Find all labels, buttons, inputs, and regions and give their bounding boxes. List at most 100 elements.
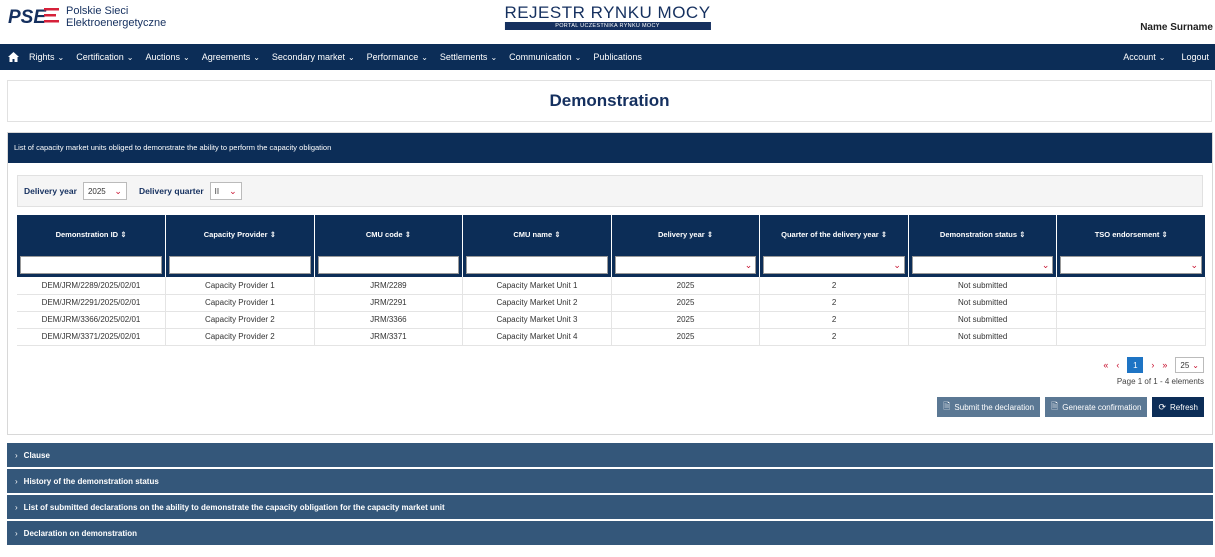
sort-icon: ⇕ (880, 229, 888, 239)
chevron-down-icon: ⌄ (744, 259, 753, 270)
filter-cmu-code-input[interactable] (317, 256, 460, 274)
chevron-down-icon: ⌄ (114, 185, 122, 196)
nav-agreements[interactable]: Agreements ⌄ (202, 52, 260, 62)
col-demonstration-status[interactable]: Demonstration status ⇕ (908, 215, 1058, 253)
page-number-current[interactable]: 1 (1127, 357, 1144, 373)
chevron-down-icon: ⌄ (126, 53, 134, 62)
filter-delivery-year-select[interactable]: ⌄ (614, 256, 757, 274)
section-submitted-declarations[interactable]: › List of submitted declarations on the a… (7, 493, 1213, 519)
delivery-year-label: Delivery year (24, 186, 77, 196)
chevron-right-icon: › (15, 502, 18, 512)
chevron-down-icon: ⌄ (1158, 53, 1166, 62)
page: PSE Polskie Sieci Elektroenergetyczne RE… (0, 0, 1215, 557)
chevron-down-icon: ⌄ (1041, 259, 1050, 270)
nav-performance[interactable]: Performance ⌄ (367, 52, 428, 62)
col-cmu-name[interactable]: CMU name ⇕ (462, 215, 612, 253)
section-history[interactable]: › History of the demonstration status (7, 467, 1213, 493)
col-cmu-code[interactable]: CMU code ⇕ (314, 215, 464, 253)
chevron-down-icon: ⌄ (253, 53, 260, 62)
page-title: Demonstration (549, 91, 670, 110)
nav-certification[interactable]: Certification ⌄ (76, 52, 133, 62)
brand-title: REJESTR RYNKU MOCY (504, 3, 711, 22)
chevron-down-icon: ⌄ (574, 53, 582, 62)
nav-auctions[interactable]: Auctions ⌄ (145, 52, 189, 62)
section-declaration[interactable]: › Declaration on demonstration (7, 519, 1213, 545)
chevron-down-icon: ⌄ (1190, 259, 1198, 270)
table-row[interactable]: DEM/JRM/3366/2025/02/01 Capacity Provider… (17, 311, 1206, 329)
logo-line-2: Elektroenergetyczne (66, 17, 167, 29)
document-icon: 🗎 (1051, 401, 1059, 411)
filter-status-select[interactable]: ⌄ (911, 256, 1054, 274)
logo-mark-text: PSE (8, 7, 47, 27)
pse-logo[interactable]: PSE Polskie Sieci Elektroenergetyczne (8, 5, 166, 29)
filter-quarter-select[interactable]: ⌄ (763, 256, 905, 274)
nav-account[interactable]: Account ⌄ (1123, 52, 1165, 62)
sort-icon: ⇕ (1019, 229, 1026, 239)
filters-bar: Delivery year 2025 ⌄ Delivery quarter II ⌄ (17, 175, 1203, 207)
sort-icon: ⇕ (120, 229, 127, 239)
chevron-down-icon: ⌄ (182, 53, 190, 62)
sort-icon: ⇕ (269, 229, 276, 239)
pagination: « ‹ 1 › » 25 ⌄ (1095, 357, 1204, 373)
last-page-icon[interactable]: » (1162, 360, 1167, 370)
chevron-down-icon: ⌄ (1192, 360, 1199, 370)
first-page-icon[interactable]: « (1103, 360, 1108, 370)
main-nav: Rights ⌄ Certification ⌄ Auctions ⌄ Agreeme… (0, 44, 1215, 70)
delivery-quarter-select[interactable]: II ⌄ (209, 182, 242, 200)
generate-confirmation-button[interactable]: 🗎 Generate confirmation (1045, 397, 1148, 417)
chevron-right-icon: › (15, 450, 18, 460)
table-row[interactable]: DEM/JRM/2289/2025/02/01 Capacity Provider… (17, 277, 1206, 295)
page-title-box: Demonstration (7, 80, 1212, 122)
page-info: Page 1 of 1 - 4 elements (1116, 377, 1204, 386)
demonstration-panel: List of capacity market units obliged to… (7, 132, 1213, 435)
nav-settlements[interactable]: Settlements ⌄ (440, 52, 497, 62)
table-row[interactable]: DEM/JRM/2291/2025/02/01 Capacity Provider… (17, 294, 1206, 312)
home-icon[interactable] (8, 52, 19, 62)
nav-publications[interactable]: Publications (593, 52, 642, 62)
section-clause[interactable]: › Clause (7, 441, 1213, 467)
top-header: PSE Polskie Sieci Elektroenergetyczne RE… (0, 0, 1215, 44)
chevron-down-icon: ⌄ (893, 259, 901, 270)
chevron-down-icon: ⌄ (421, 53, 428, 62)
col-tso-endorsement[interactable]: TSO endorsement ⇕ (1056, 215, 1206, 253)
submit-declaration-button[interactable]: 🗎 Submit the declaration (937, 397, 1041, 417)
list-heading: List of capacity market units obliged to… (8, 133, 1212, 163)
delivery-year-select[interactable]: 2025 ⌄ (82, 182, 127, 200)
col-capacity-provider[interactable]: Capacity Provider ⇕ (165, 215, 315, 253)
chevron-down-icon: ⌄ (229, 185, 237, 196)
refresh-button[interactable]: ⟳ Refresh (1152, 397, 1204, 417)
nav-rights[interactable]: Rights ⌄ (29, 52, 64, 62)
col-delivery-year[interactable]: Delivery year ⇕ (611, 215, 761, 253)
nav-secondary-market[interactable]: Secondary market ⌄ (272, 52, 355, 62)
nav-logout[interactable]: Logout (1181, 52, 1209, 62)
action-buttons: 🗎 Submit the declaration 🗎 Generate confir… (932, 397, 1204, 417)
col-quarter[interactable]: Quarter of the delivery year ⇕ (759, 215, 909, 253)
filter-cmu-name-input[interactable] (466, 256, 608, 274)
demonstration-table: Demonstration ID ⇕ Capacity Provider ⇕ C… (17, 215, 1206, 346)
logo-mark-icon: PSE (8, 5, 60, 28)
filter-tso-select[interactable]: ⌄ (1060, 256, 1202, 274)
filter-demonstration-id-input[interactable] (20, 256, 163, 274)
table-row[interactable]: DEM/JRM/3371/2025/02/01 Capacity Provider… (17, 328, 1206, 346)
next-page-icon[interactable]: › (1151, 360, 1154, 370)
user-name[interactable]: Name Surname (1140, 22, 1213, 33)
chevron-right-icon: › (15, 476, 18, 486)
chevron-down-icon: ⌄ (347, 53, 355, 62)
delivery-quarter-label: Delivery quarter (138, 186, 204, 196)
col-demonstration-id[interactable]: Demonstration ID ⇕ (17, 215, 167, 253)
page-size-select[interactable]: 25 ⌄ (1175, 357, 1204, 373)
sort-icon: ⇕ (554, 229, 561, 239)
portal-brand: REJESTR RYNKU MOCY PORTAL UCZESTNIKA RYN… (504, 3, 711, 30)
chevron-right-icon: › (15, 528, 18, 538)
sort-icon: ⇕ (404, 229, 411, 239)
chevron-down-icon: ⌄ (490, 53, 498, 62)
nav-communication[interactable]: Communication ⌄ (509, 52, 581, 62)
chevron-down-icon: ⌄ (57, 53, 65, 62)
filter-capacity-provider-input[interactable] (169, 256, 311, 274)
sort-icon: ⇕ (1161, 229, 1168, 239)
refresh-icon: ⟳ (1158, 401, 1166, 412)
sort-icon: ⇕ (706, 229, 714, 239)
brand-subtitle: PORTAL UCZESTNIKA RYNKU MOCY (504, 22, 711, 30)
logo-line-1: Polskie Sieci (66, 5, 129, 17)
prev-page-icon[interactable]: ‹ (1116, 360, 1119, 370)
